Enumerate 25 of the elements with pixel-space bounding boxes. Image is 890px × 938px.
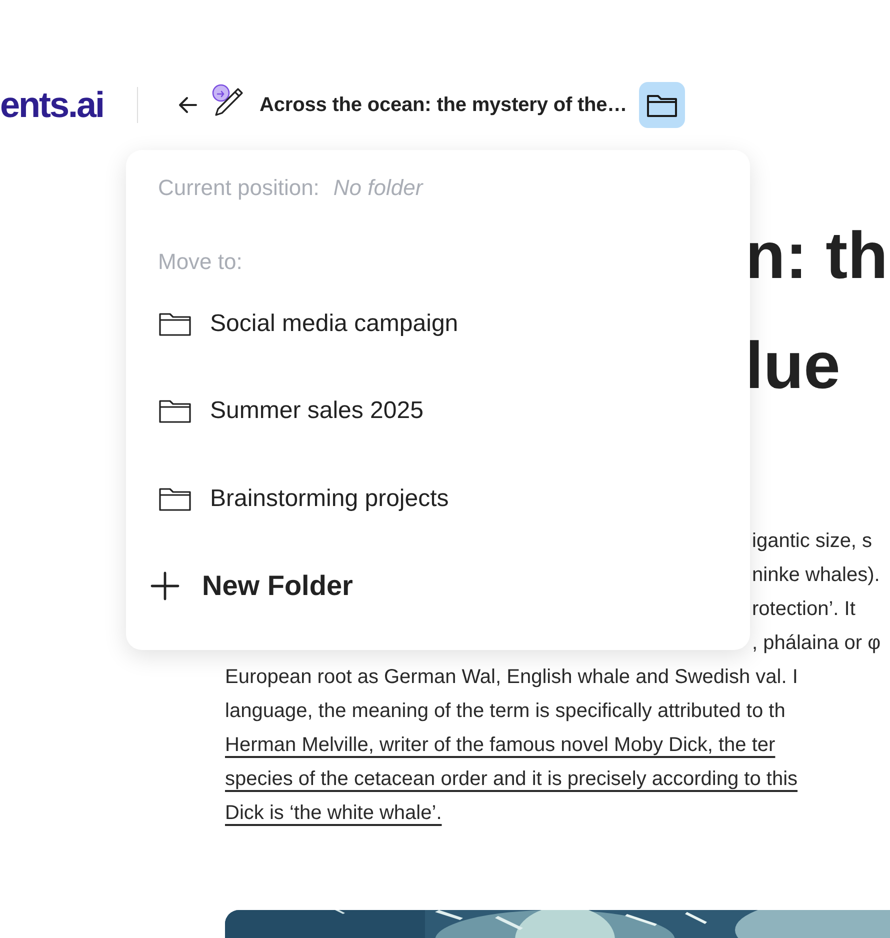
- folder-icon: [158, 310, 192, 337]
- paragraph-text: species of the cetacean order and it is precisely according to this: [225, 767, 798, 792]
- paragraph-text: , phálaina or φ: [752, 631, 881, 656]
- current-position-value: No folder: [333, 174, 423, 201]
- paragraph-text: Herman Melville, writer of the famous novel Moby Dick, the ter: [225, 733, 776, 758]
- folder-item[interactable]: Social media campaign: [210, 310, 458, 338]
- paragraph-text: igantic size, s: [752, 529, 872, 554]
- folder-icon: [158, 398, 192, 424]
- new-folder-button[interactable]: New Folder: [202, 570, 353, 602]
- current-position-label: Current position:: [158, 174, 320, 201]
- heading-text: n: th: [745, 217, 889, 294]
- logo[interactable]: ents.ai: [0, 84, 104, 126]
- paragraph-text: European root as German Wal, English whale and Swedish val. I: [225, 665, 798, 690]
- paragraph-text: Dick is ‘the white whale’.: [225, 801, 442, 826]
- folder-button[interactable]: [639, 82, 686, 128]
- paragraph-text: ninke whales).: [752, 563, 880, 588]
- folder-icon: [158, 486, 192, 512]
- move-to-label: Move to:: [158, 248, 244, 276]
- folder-item[interactable]: Brainstorming projects: [210, 484, 449, 513]
- document-title: Across the ocean: the mystery of the…: [260, 94, 628, 116]
- folder-item[interactable]: Summer sales 2025: [210, 397, 424, 426]
- paragraph-text: language, the meaning of the term is specifically attributed to th: [225, 699, 786, 724]
- plus-icon[interactable]: [150, 571, 180, 602]
- paragraph-text: rotection’. It: [752, 597, 856, 622]
- heading-text: lue: [745, 327, 842, 404]
